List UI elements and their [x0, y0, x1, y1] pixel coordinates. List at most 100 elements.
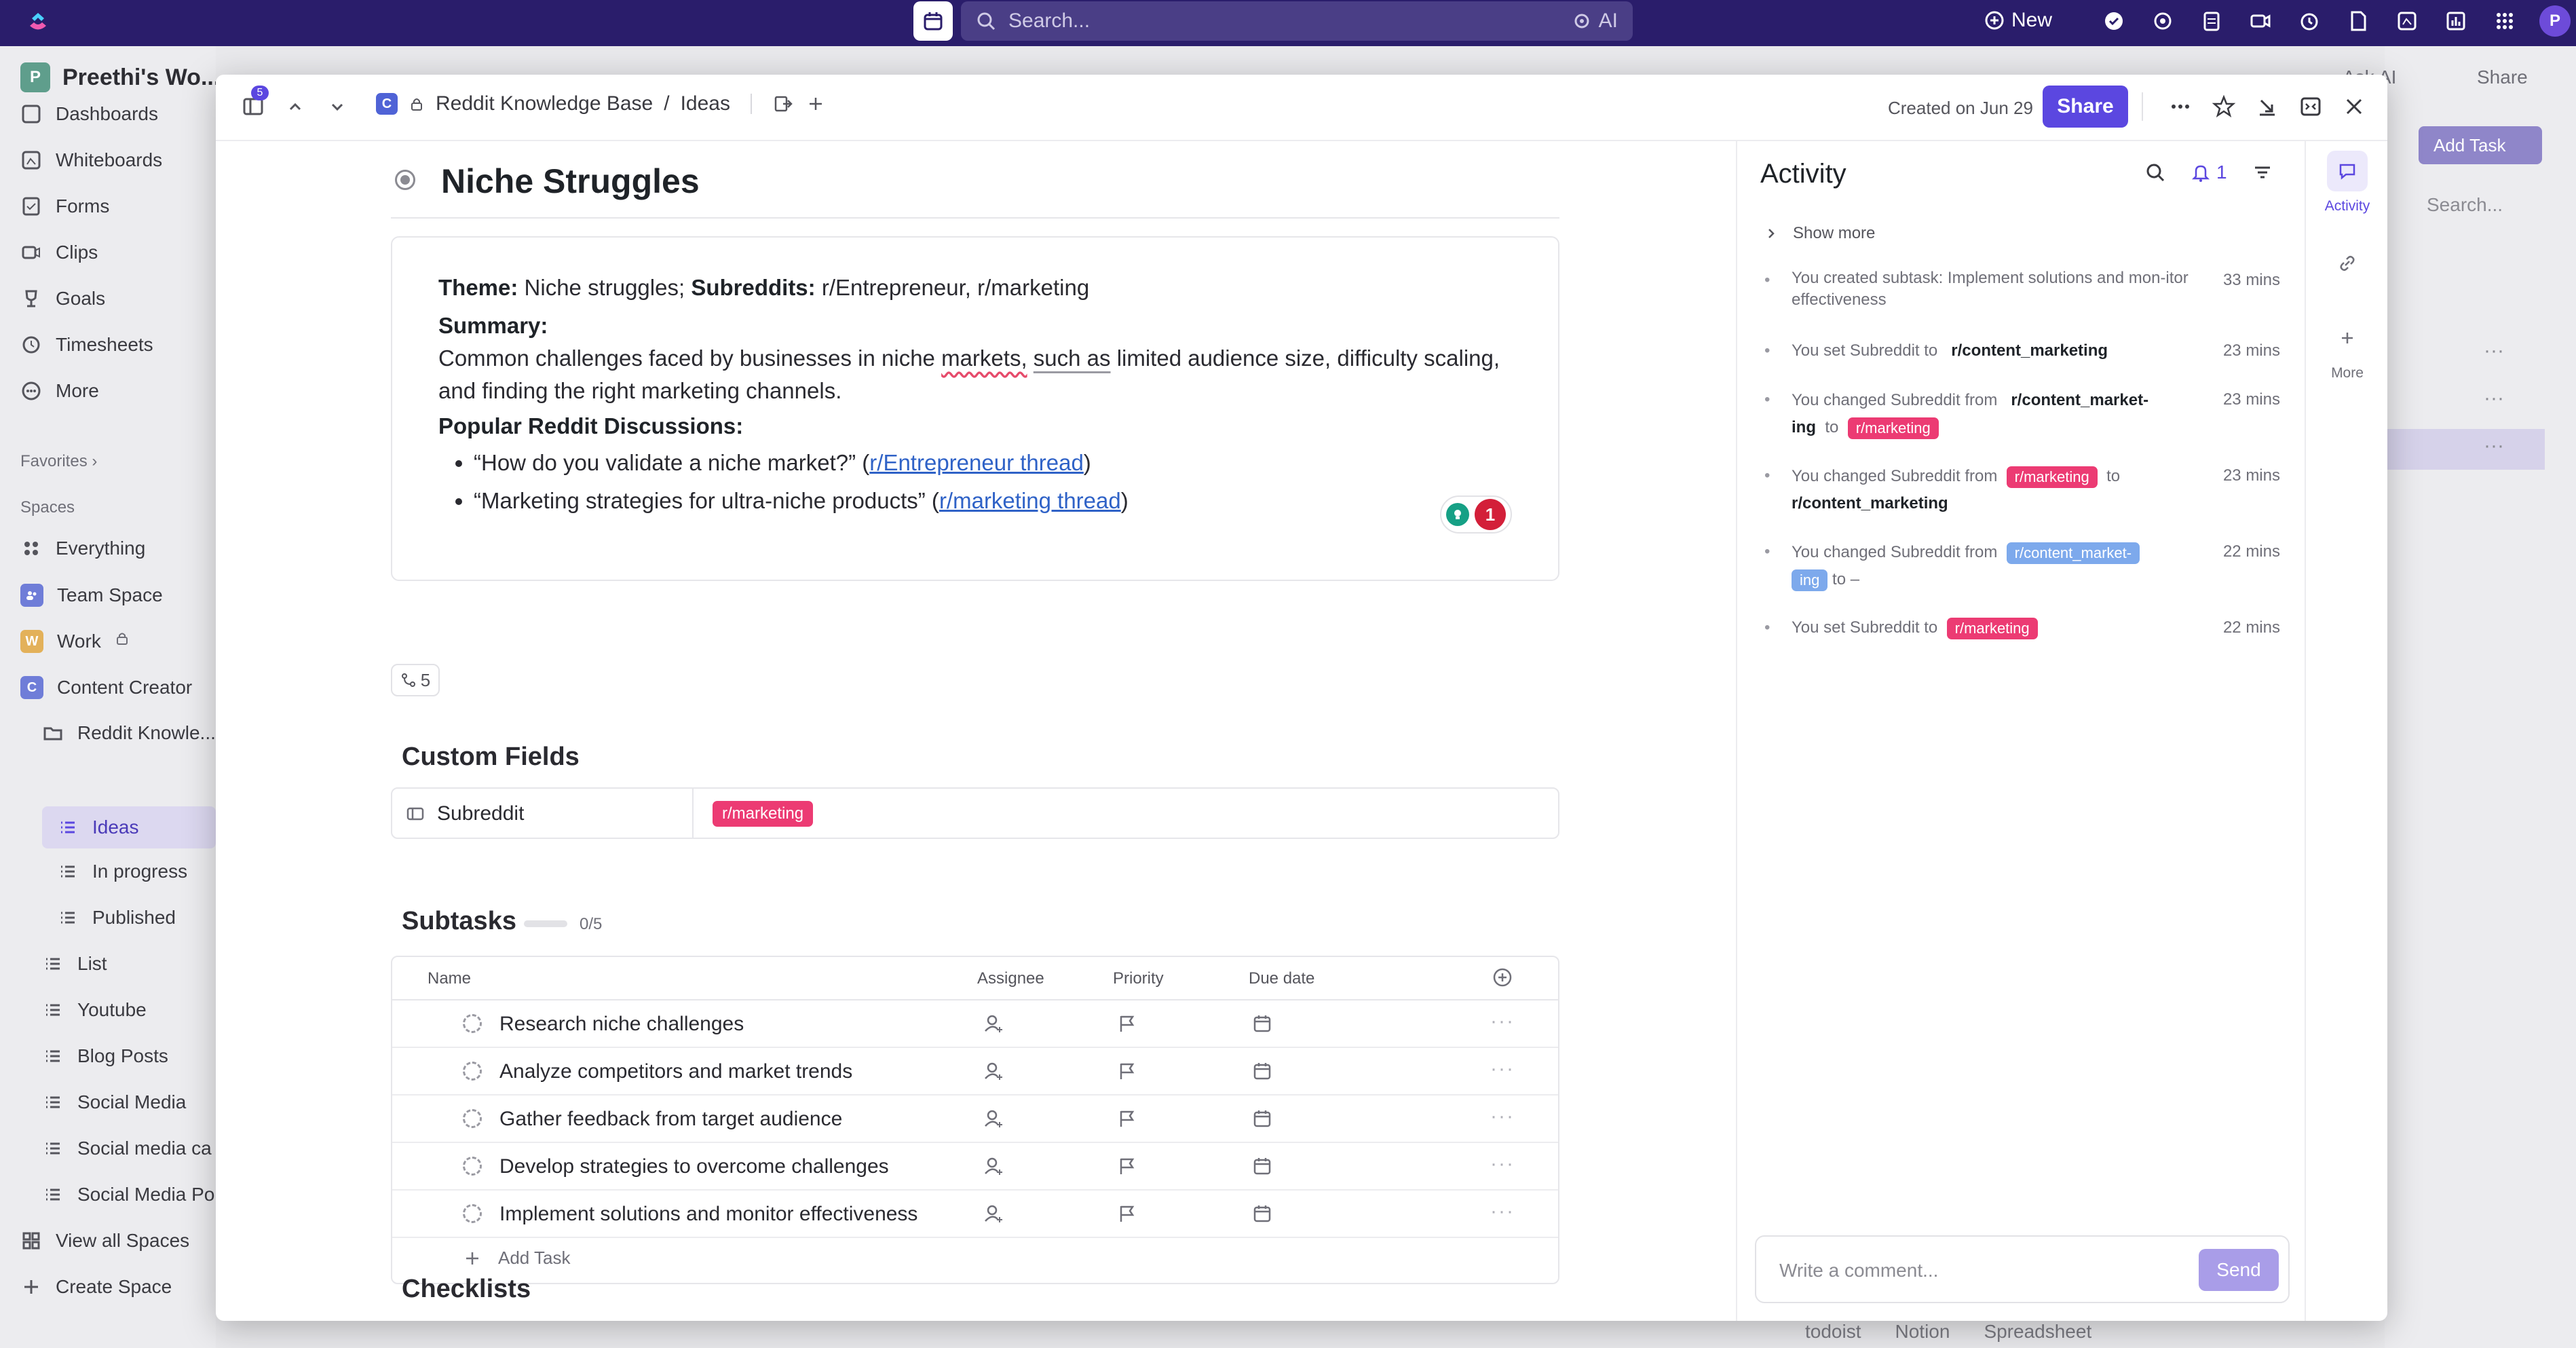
subtask-name[interactable]: Analyze competitors and market trends	[499, 1060, 852, 1083]
add-subtask-button[interactable]: Add Task	[463, 1248, 570, 1269]
due-date-icon[interactable]	[1251, 1155, 1273, 1177]
task-description[interactable]: Theme: Niche struggles; Subreddits: r/En…	[391, 236, 1559, 581]
assignee-icon[interactable]	[983, 1155, 1004, 1177]
due-date-icon[interactable]	[1251, 1060, 1273, 1082]
priority-flag-icon[interactable]	[1116, 1108, 1137, 1129]
close-icon[interactable]	[2340, 92, 2368, 121]
move-task-icon[interactable]	[772, 93, 794, 115]
sidebar-space-work[interactable]: W Work	[20, 630, 136, 653]
column-assignee[interactable]: Assignee	[977, 969, 1044, 988]
comment-box[interactable]: Write a comment... Send	[1755, 1235, 2290, 1303]
sidebar-list-list[interactable]: List	[42, 953, 107, 975]
ai-button[interactable]: AI	[1572, 10, 1618, 33]
subtask-name[interactable]: Develop strategies to overcome challenge…	[499, 1155, 889, 1178]
chevron-down-icon[interactable]	[323, 92, 352, 121]
video-icon[interactable]	[2246, 7, 2275, 35]
sidebar-list-published[interactable]: Published	[57, 907, 176, 929]
task-title[interactable]: Niche Struggles	[441, 162, 700, 201]
assignee-icon[interactable]	[983, 1203, 1004, 1224]
status-icon[interactable]	[395, 170, 415, 190]
whiteboard-icon[interactable]	[2393, 7, 2421, 35]
dashboard-icon[interactable]	[2442, 7, 2470, 35]
rail-links[interactable]	[2307, 243, 2387, 284]
sidebar-space-everything[interactable]: Everything	[20, 538, 145, 559]
due-date-icon[interactable]	[1251, 1203, 1273, 1224]
check-circle-icon[interactable]	[2100, 7, 2128, 35]
star-icon[interactable]	[2210, 92, 2238, 121]
assignee-icon[interactable]	[983, 1060, 1004, 1082]
column-priority[interactable]: Priority	[1113, 969, 1164, 988]
filter-icon[interactable]	[2252, 162, 2273, 183]
subtask-status-icon[interactable]	[463, 1014, 482, 1033]
due-date-icon[interactable]	[1251, 1108, 1273, 1129]
column-name[interactable]: Name	[428, 969, 471, 988]
breadcrumb-list[interactable]: Ideas	[681, 92, 730, 115]
sidebar-list-social-media-ca[interactable]: Social media ca	[42, 1138, 212, 1159]
discussion-link[interactable]: r/Entrepreneur thread	[869, 450, 1084, 475]
sidebar-item-goals[interactable]: Goals	[20, 288, 105, 310]
alarm-clock-icon[interactable]	[2295, 7, 2324, 35]
sidebar-list-social-media[interactable]: Social Media	[42, 1091, 186, 1113]
show-more-button[interactable]: Show more	[1764, 224, 1875, 243]
sidebar-item-dashboards[interactable]: Dashboards	[20, 103, 158, 125]
subtask-status-icon[interactable]	[463, 1204, 482, 1223]
subtask-name[interactable]: Implement solutions and monitor effectiv…	[499, 1203, 917, 1226]
sidebar-item-clips[interactable]: Clips	[20, 242, 98, 263]
row-more-icon[interactable]: ···	[1490, 1153, 1515, 1176]
sidebar-folder-reddit[interactable]: Reddit Knowle...	[42, 722, 216, 744]
due-date-icon[interactable]	[1251, 1013, 1273, 1034]
discussion-link[interactable]: r/marketing thread	[939, 488, 1121, 513]
new-button[interactable]: New	[1984, 5, 2052, 35]
priority-flag-icon[interactable]	[1116, 1060, 1137, 1082]
subtask-status-icon[interactable]	[463, 1062, 482, 1081]
breadcrumb-folder[interactable]: Reddit Knowledge Base	[436, 92, 653, 115]
subtask-status-icon[interactable]	[463, 1157, 482, 1176]
subtask-name[interactable]: Research niche challenges	[499, 1013, 744, 1036]
table-row[interactable]: Research niche challenges ···	[392, 1000, 1558, 1048]
assignee-icon[interactable]	[983, 1013, 1004, 1034]
global-search[interactable]: Search... AI	[961, 1, 1633, 41]
clickup-logo-icon[interactable]	[24, 8, 52, 35]
row-more-icon[interactable]: ···	[1490, 1010, 1515, 1033]
notifications-button[interactable]: 1	[2191, 162, 2227, 183]
more-options-icon[interactable]	[2166, 92, 2195, 121]
row-more-icon[interactable]: ···	[1490, 1105, 1515, 1128]
sidebar-space-content-creator[interactable]: C Content Creator	[20, 676, 192, 699]
workspace-switcher[interactable]: P Preethi's Wo...	[20, 62, 216, 92]
priority-flag-icon[interactable]	[1116, 1203, 1137, 1224]
sidebar-space-team[interactable]: Team Space	[20, 584, 163, 607]
row-more-icon[interactable]: ···	[1490, 1057, 1515, 1081]
clipboard-icon[interactable]	[2197, 7, 2226, 35]
minimize-icon[interactable]	[2253, 92, 2281, 121]
priority-flag-icon[interactable]	[1116, 1155, 1137, 1177]
priority-flag-icon[interactable]	[1116, 1013, 1137, 1034]
calendar-button[interactable]	[913, 1, 953, 41]
sidebar-item-timesheets[interactable]: Timesheets	[20, 334, 153, 356]
ai-reaction-button[interactable]: 1	[1440, 495, 1512, 533]
share-button[interactable]: Share	[2043, 86, 2128, 128]
search-icon[interactable]	[2144, 162, 2166, 183]
relationships-button[interactable]: 5	[391, 664, 440, 696]
table-row[interactable]: Implement solutions and monitor effectiv…	[392, 1191, 1558, 1238]
rail-activity[interactable]: Activity	[2307, 151, 2387, 214]
column-due-date[interactable]: Due date	[1249, 969, 1314, 988]
row-more-icon[interactable]: ···	[1490, 1200, 1515, 1223]
sidebar-view-all-spaces[interactable]: View all Spaces	[20, 1230, 189, 1252]
subtask-name[interactable]: Gather feedback from target audience	[499, 1108, 842, 1131]
comment-input[interactable]: Write a comment...	[1779, 1260, 1938, 1281]
space-avatar[interactable]: C	[376, 93, 398, 115]
sidebar-item-forms[interactable]: Forms	[20, 195, 109, 217]
gear-icon[interactable]	[2148, 7, 2177, 35]
document-icon[interactable]	[2344, 7, 2372, 35]
favorites-header[interactable]: Favorites ›	[20, 452, 97, 471]
table-row[interactable]: Analyze competitors and market trends ··…	[392, 1048, 1558, 1096]
sidebar-list-youtube[interactable]: Youtube	[42, 999, 147, 1021]
sidebar-list-ideas[interactable]: Ideas	[42, 806, 216, 848]
user-avatar[interactable]: P	[2539, 5, 2571, 37]
expand-icon[interactable]	[2296, 92, 2325, 121]
send-button[interactable]: Send	[2199, 1249, 2279, 1291]
assignee-icon[interactable]	[983, 1108, 1004, 1129]
sidebar-item-more[interactable]: More	[20, 380, 99, 402]
sidebar-list-blog-posts[interactable]: Blog Posts	[42, 1045, 168, 1067]
subreddit-tag[interactable]: r/marketing	[713, 801, 814, 827]
